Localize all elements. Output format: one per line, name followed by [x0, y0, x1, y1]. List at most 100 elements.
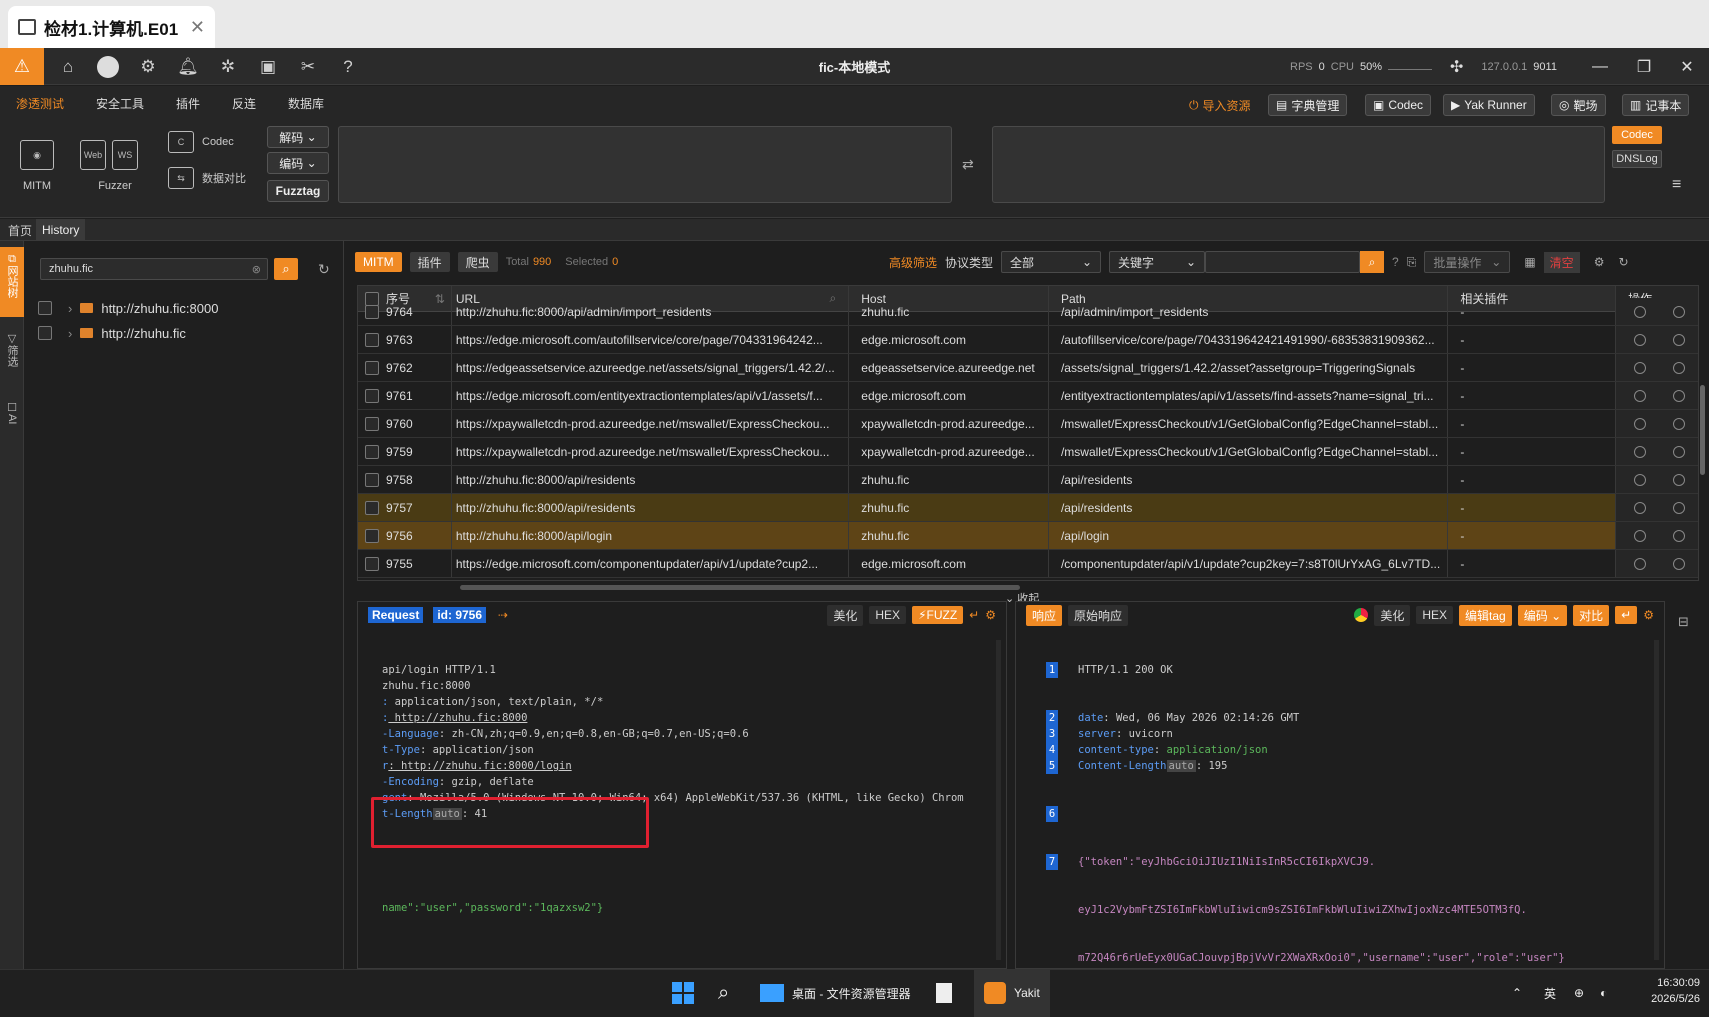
start-button[interactable] [672, 969, 694, 1017]
encode-button[interactable]: 编码 ⌄ [1517, 604, 1568, 626]
hex-button[interactable]: HEX [1416, 606, 1454, 624]
beautify-button[interactable]: 美化 [1374, 604, 1411, 626]
menu-pentest[interactable]: 渗透测试 [16, 86, 64, 120]
ime-indicator[interactable]: 英 [1544, 969, 1556, 1017]
close-tab-icon[interactable]: ✕ [190, 17, 205, 38]
keyword-search-button[interactable]: ⌕ [1360, 251, 1385, 273]
notepad-button[interactable]: ▥ 记事本 [1622, 94, 1690, 116]
engine-icon[interactable]: ✣ [1450, 57, 1463, 77]
taskbar-file[interactable] [936, 969, 952, 1017]
open-icon[interactable] [1672, 305, 1685, 318]
dnslog-side-tab[interactable]: DNSLog [1612, 150, 1662, 168]
refresh-icon[interactable]: ↻ [1618, 255, 1628, 269]
clear-button[interactable]: 清空 [1543, 251, 1580, 273]
keyword-type-select[interactable]: 关键字 ⌄ [1109, 251, 1206, 273]
tab-response[interactable]: 响应 [1026, 604, 1063, 626]
open-icon[interactable] [1672, 501, 1685, 514]
fuzz-button[interactable]: ⚡FUZZ [912, 606, 964, 624]
compare-tool[interactable]: ⇆ 数据对比 [168, 167, 246, 189]
mitm-tool[interactable]: ◉ MITM [20, 140, 54, 192]
open-icon[interactable] [1672, 417, 1685, 430]
minimize-icon[interactable]: — [1578, 48, 1622, 85]
open-icon[interactable] [1672, 445, 1685, 458]
dict-button[interactable]: ▤ 字典管理 [1268, 94, 1348, 116]
row-checkbox[interactable] [364, 332, 379, 347]
menu-reverse[interactable]: 反连 [232, 86, 256, 120]
table-row[interactable]: 9764 http://zhuhu.fic:8000/api/admin/impo… [358, 298, 1698, 326]
table-row[interactable]: 9756 http://zhuhu.fic:8000/api/login zhuhu… [358, 522, 1698, 550]
tab-raw-response[interactable]: 原始响应 [1068, 604, 1129, 626]
compare-button[interactable]: 对比 [1573, 604, 1610, 626]
user-avatar-icon[interactable] [88, 48, 128, 85]
side-panel-icon[interactable]: ⊟ [1678, 614, 1689, 630]
side-tab-site-tree[interactable]: ⧉ 网站树 [0, 247, 24, 317]
bug-icon[interactable]: ✲ [208, 48, 248, 85]
tag-plugin[interactable]: 插件 [409, 252, 450, 272]
taskbar-explorer[interactable]: 桌面 - 文件资源管理器 [760, 969, 911, 1017]
encode-select[interactable]: 编码 ⌄ [267, 152, 329, 174]
home-icon[interactable]: ⌂ [48, 48, 88, 85]
fuzzer-tool[interactable]: Web WS Fuzzer [80, 140, 150, 192]
detail-icon[interactable] [1633, 389, 1646, 402]
row-checkbox[interactable] [364, 528, 379, 543]
sort-icon[interactable]: ≡ [1672, 176, 1681, 194]
table-row[interactable]: 9761 https://edge.microsoft.com/entityext… [358, 382, 1698, 410]
settings-icon[interactable]: ⚙ [128, 48, 168, 85]
row-checkbox[interactable] [364, 360, 379, 375]
tree-item-checkbox[interactable] [38, 301, 52, 315]
codec-output[interactable] [992, 126, 1605, 203]
flow-icon[interactable]: ⇢ [498, 608, 508, 622]
range-button[interactable]: ◎ 靶场 [1551, 94, 1606, 116]
chrome-icon[interactable] [1354, 608, 1369, 622]
codec-side-tab[interactable]: Codec [1612, 126, 1662, 144]
bell-icon[interactable]: 🔔︎ [168, 48, 208, 85]
taskbar-yakit[interactable]: Yakit [974, 969, 1050, 1017]
open-icon[interactable] [1672, 529, 1685, 542]
network-icon[interactable]: ⊕ [1574, 969, 1584, 1017]
help-icon[interactable]: ? [1392, 255, 1399, 269]
edit-tag-button[interactable]: 编辑tag [1459, 604, 1512, 626]
open-icon[interactable] [1672, 473, 1685, 486]
row-checkbox[interactable] [364, 416, 379, 431]
vertical-scrollbar[interactable] [1700, 385, 1705, 475]
detail-icon[interactable] [1633, 501, 1646, 514]
row-checkbox[interactable] [364, 444, 379, 459]
menu-plugins[interactable]: 插件 [176, 86, 200, 120]
open-icon[interactable] [1672, 333, 1685, 346]
tab-history[interactable]: History [36, 219, 86, 241]
volume-icon[interactable]: ◐ [1600, 969, 1607, 1017]
detail-icon[interactable] [1633, 445, 1646, 458]
table-row[interactable]: 9763 https://edge.microsoft.com/autofills… [358, 326, 1698, 354]
table-row[interactable]: 9760 https://xpaywalletcdn-prod.azureedge… [358, 410, 1698, 438]
detail-icon[interactable] [1633, 333, 1646, 346]
protocol-select[interactable]: 全部 ⌄ [1001, 251, 1102, 273]
table-row[interactable]: 9755 https://edge.microsoft.com/component… [358, 550, 1698, 578]
side-tab-ai[interactable]: ☐ AI [0, 402, 24, 442]
detail-icon[interactable] [1633, 529, 1646, 542]
table-row[interactable]: 9759 https://xpaywalletcdn-prod.azureedge… [358, 438, 1698, 466]
decode-select[interactable]: 解码 ⌄ [267, 126, 329, 148]
horizontal-scrollbar[interactable] [460, 585, 1020, 590]
table-settings-icon[interactable]: ▦ [1524, 255, 1535, 269]
restore-icon[interactable]: ❐ [1622, 48, 1666, 85]
row-checkbox[interactable] [364, 304, 379, 319]
open-icon[interactable] [1672, 389, 1685, 402]
wrap-icon[interactable]: ↵ [1615, 606, 1638, 624]
warning-icon[interactable]: ⚠ [0, 48, 44, 85]
row-checkbox[interactable] [364, 500, 379, 515]
swap-icon[interactable]: ⇄ [962, 156, 974, 173]
clock[interactable]: 16:30:09 2026/5/26 [1620, 975, 1700, 1007]
close-window-icon[interactable]: ✕ [1665, 48, 1709, 85]
wrap-icon[interactable]: ↵ [969, 608, 979, 622]
clear-search-icon[interactable]: ⊗ [252, 263, 261, 276]
tag-crawler[interactable]: 爬虫 [457, 252, 498, 272]
gear-icon[interactable]: ⚙ [1643, 608, 1654, 622]
request-scrollbar[interactable] [996, 640, 1001, 960]
row-checkbox[interactable] [364, 472, 379, 487]
chevron-right-icon[interactable]: › [68, 301, 72, 316]
detail-icon[interactable] [1633, 473, 1646, 486]
request-editor[interactable]: api/login HTTP/1.1 zhuhu.fic:8000: applic… [358, 628, 1006, 948]
response-editor[interactable]: 1 HTTP/1.1 200 OK 2 date: Wed, 06 May 2026… [1016, 628, 1664, 998]
detail-icon[interactable] [1633, 417, 1646, 430]
gear-icon[interactable]: ⚙ [1594, 255, 1605, 269]
